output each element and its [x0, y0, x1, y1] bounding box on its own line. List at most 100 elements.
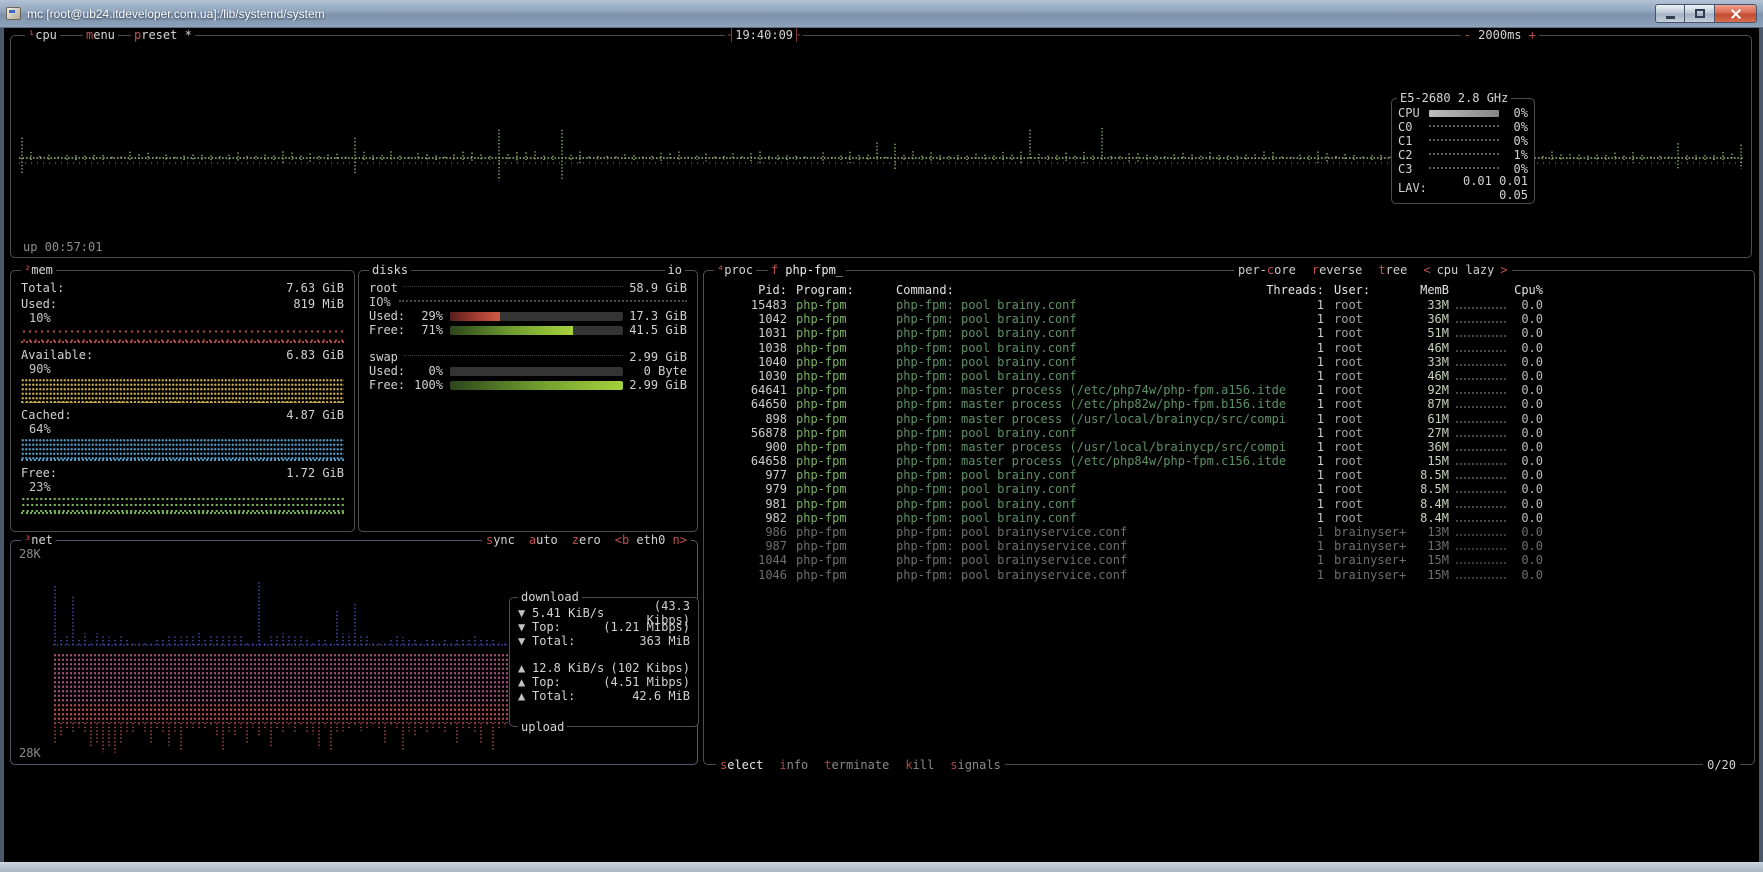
cstate-row: C0 0% [1392, 120, 1534, 134]
process-mem-meter [1456, 412, 1506, 423]
process-row[interactable]: 979 php-fpm php-fpm: pool brainy.conf 1 … [704, 482, 1754, 496]
disks-panel: disks io root58.9 GiB IO% Used:29% 17.3 … [358, 270, 698, 532]
mem-cached-graph [21, 438, 344, 461]
process-row[interactable]: 1031 php-fpm php-fpm: pool brainy.conf 1… [704, 326, 1754, 340]
net-sync-toggle[interactable]: sync [486, 533, 515, 547]
tab-reverse[interactable]: reverse [1312, 263, 1363, 277]
process-count: 0/20 [1703, 758, 1740, 772]
process-table: Pid: Program: Command: Threads: User: Me… [704, 283, 1754, 754]
sort-next-arrow[interactable]: > [1500, 263, 1507, 277]
process-row[interactable]: 1042 php-fpm php-fpm: pool brainy.conf 1… [704, 312, 1754, 326]
disks-panel-title: disks [369, 263, 411, 277]
download-arrow-icon: ▼ [518, 606, 532, 620]
tab-per-core[interactable]: per-core [1238, 263, 1296, 277]
process-mem-meter [1456, 383, 1506, 394]
process-mem-meter [1456, 525, 1506, 536]
swap-free-bar [450, 381, 623, 390]
process-row[interactable]: 898 php-fpm php-fpm: master process (/us… [704, 412, 1754, 426]
net-interface-selector[interactable]: <b eth0 n> [615, 533, 687, 547]
process-row[interactable]: 64641 php-fpm php-fpm: master process (/… [704, 383, 1754, 397]
net-zero-toggle[interactable]: zero [572, 533, 601, 547]
net-scale-bottom: 28K [19, 746, 41, 760]
terminate-button[interactable]: terminate [824, 758, 889, 772]
process-row[interactable]: 977 php-fpm php-fpm: pool brainy.conf 1 … [704, 468, 1754, 482]
process-table-header: Pid: Program: Command: Threads: User: Me… [704, 283, 1754, 297]
swap-used-row: Used:0% 0 Byte [369, 364, 687, 378]
preset-button[interactable]: preset * [131, 28, 195, 42]
cpu-panel-title: ¹cpu [25, 28, 60, 42]
download-label: download [518, 590, 582, 604]
process-mem-meter [1456, 312, 1506, 323]
disk-io-toggle[interactable]: io [665, 263, 685, 277]
signals-button[interactable]: signals [950, 758, 1001, 772]
process-row[interactable]: 56878 php-fpm php-fpm: pool brainy.conf … [704, 426, 1754, 440]
disk-free-bar [450, 326, 623, 335]
upload-stat-row: ▲ Total: 42.6 MiB [518, 689, 690, 703]
interval-increase-button[interactable]: + [1529, 28, 1536, 42]
sort-prev-arrow[interactable]: < [1423, 263, 1430, 277]
window-titlebar[interactable]: mc [root@ub24.itdeveloper.com.ua]:/lib/s… [0, 0, 1763, 28]
dotted-leader [404, 355, 623, 356]
info-button[interactable]: info [779, 758, 808, 772]
tab-tree[interactable]: tree [1378, 263, 1407, 277]
mem-free-row: Free:1.72 GiB [21, 466, 344, 480]
swap-free-row: Free:100% 2.99 GiB [369, 378, 687, 392]
disk-root-row: root58.9 GiB [369, 281, 687, 295]
kill-button[interactable]: kill [905, 758, 934, 772]
maximize-button[interactable] [1685, 4, 1715, 23]
download-arrow-icon: ▼ [518, 620, 532, 634]
process-row[interactable]: 64650 php-fpm php-fpm: master process (/… [704, 397, 1754, 411]
upload-label: upload [518, 720, 567, 734]
disk-io-graph [399, 300, 687, 302]
download-arrow-icon: ▼ [518, 634, 532, 648]
net-auto-toggle[interactable]: auto [529, 533, 558, 547]
process-mem-meter [1456, 397, 1506, 408]
process-mem-meter [1456, 341, 1506, 352]
process-row[interactable]: 1044 php-fpm php-fpm: pool brainyservice… [704, 553, 1754, 567]
memory-panel: ²mem Total:7.63 GiB Used:819 MiB 10% Ava… [10, 270, 355, 532]
process-row[interactable]: 986 php-fpm php-fpm: pool brainyservice.… [704, 525, 1754, 539]
net-scale-top: 28K [19, 547, 41, 561]
net-info-rows: ▼ 5.41 KiB/s (43.3 Kibps) ▼ Top: (1.21 M… [518, 606, 690, 718]
window-title: mc [root@ub24.itdeveloper.com.ua]:/lib/s… [27, 7, 1649, 21]
process-row[interactable]: 900 php-fpm php-fpm: master process (/us… [704, 440, 1754, 454]
process-row[interactable]: 15483 php-fpm php-fpm: pool brainy.conf … [704, 298, 1754, 312]
disk-used-fill [450, 312, 500, 321]
swap-free-fill [450, 381, 623, 390]
select-button[interactable]: select [720, 758, 763, 772]
process-mem-meter [1456, 511, 1506, 522]
process-row[interactable]: 64658 php-fpm php-fpm: master process (/… [704, 454, 1754, 468]
sort-selector[interactable]: <cpu lazy> [1423, 263, 1507, 277]
process-row[interactable]: 1040 php-fpm php-fpm: pool brainy.conf 1… [704, 355, 1754, 369]
minimize-button[interactable] [1655, 4, 1685, 23]
process-footer: select info terminate kill signals [716, 758, 1005, 772]
close-button[interactable] [1715, 4, 1757, 23]
close-icon [1730, 8, 1742, 20]
disk-io-row: IO% [369, 295, 687, 309]
process-row[interactable]: 1030 php-fpm php-fpm: pool brainy.conf 1… [704, 369, 1754, 383]
memory-panel-title: ²mem [21, 263, 56, 277]
menu-button[interactable]: menu [83, 28, 118, 42]
process-mem-meter [1456, 482, 1506, 493]
mem-free-graph [21, 496, 344, 514]
process-row[interactable]: 982 php-fpm php-fpm: pool brainy.conf 1 … [704, 511, 1754, 525]
process-row[interactable]: 987 php-fpm php-fpm: pool brainyservice.… [704, 539, 1754, 553]
net-upload-block [53, 653, 511, 703]
cstate-row: C1 0% [1392, 134, 1534, 148]
cstate-meter [1429, 153, 1499, 155]
process-row[interactable]: 981 php-fpm php-fpm: pool brainy.conf 1 … [704, 497, 1754, 511]
swap-row: swap2.99 GiB [369, 350, 687, 364]
process-row[interactable]: 1046 php-fpm php-fpm: pool brainyservice… [704, 568, 1754, 582]
process-mem-meter [1456, 454, 1506, 465]
process-filter-input[interactable]: fphp-fpm_ [768, 263, 846, 277]
mem-available-row: Available:6.83 GiB [21, 348, 344, 362]
interval-decrease-button[interactable]: - [1464, 28, 1471, 42]
mem-cached-row: Cached:4.87 GiB [21, 408, 344, 422]
update-interval: - 2000ms + [1461, 28, 1539, 42]
mem-free-percent: 23% [21, 480, 344, 494]
dotted-leader [404, 286, 623, 287]
process-row[interactable]: 1038 php-fpm php-fpm: pool brainy.conf 1… [704, 341, 1754, 355]
cstate-meter [1429, 125, 1499, 127]
network-panel: ³net sync auto zero <b eth0 n> 28K 28K d… [10, 540, 698, 765]
mem-used-percent: 10% [21, 311, 344, 325]
